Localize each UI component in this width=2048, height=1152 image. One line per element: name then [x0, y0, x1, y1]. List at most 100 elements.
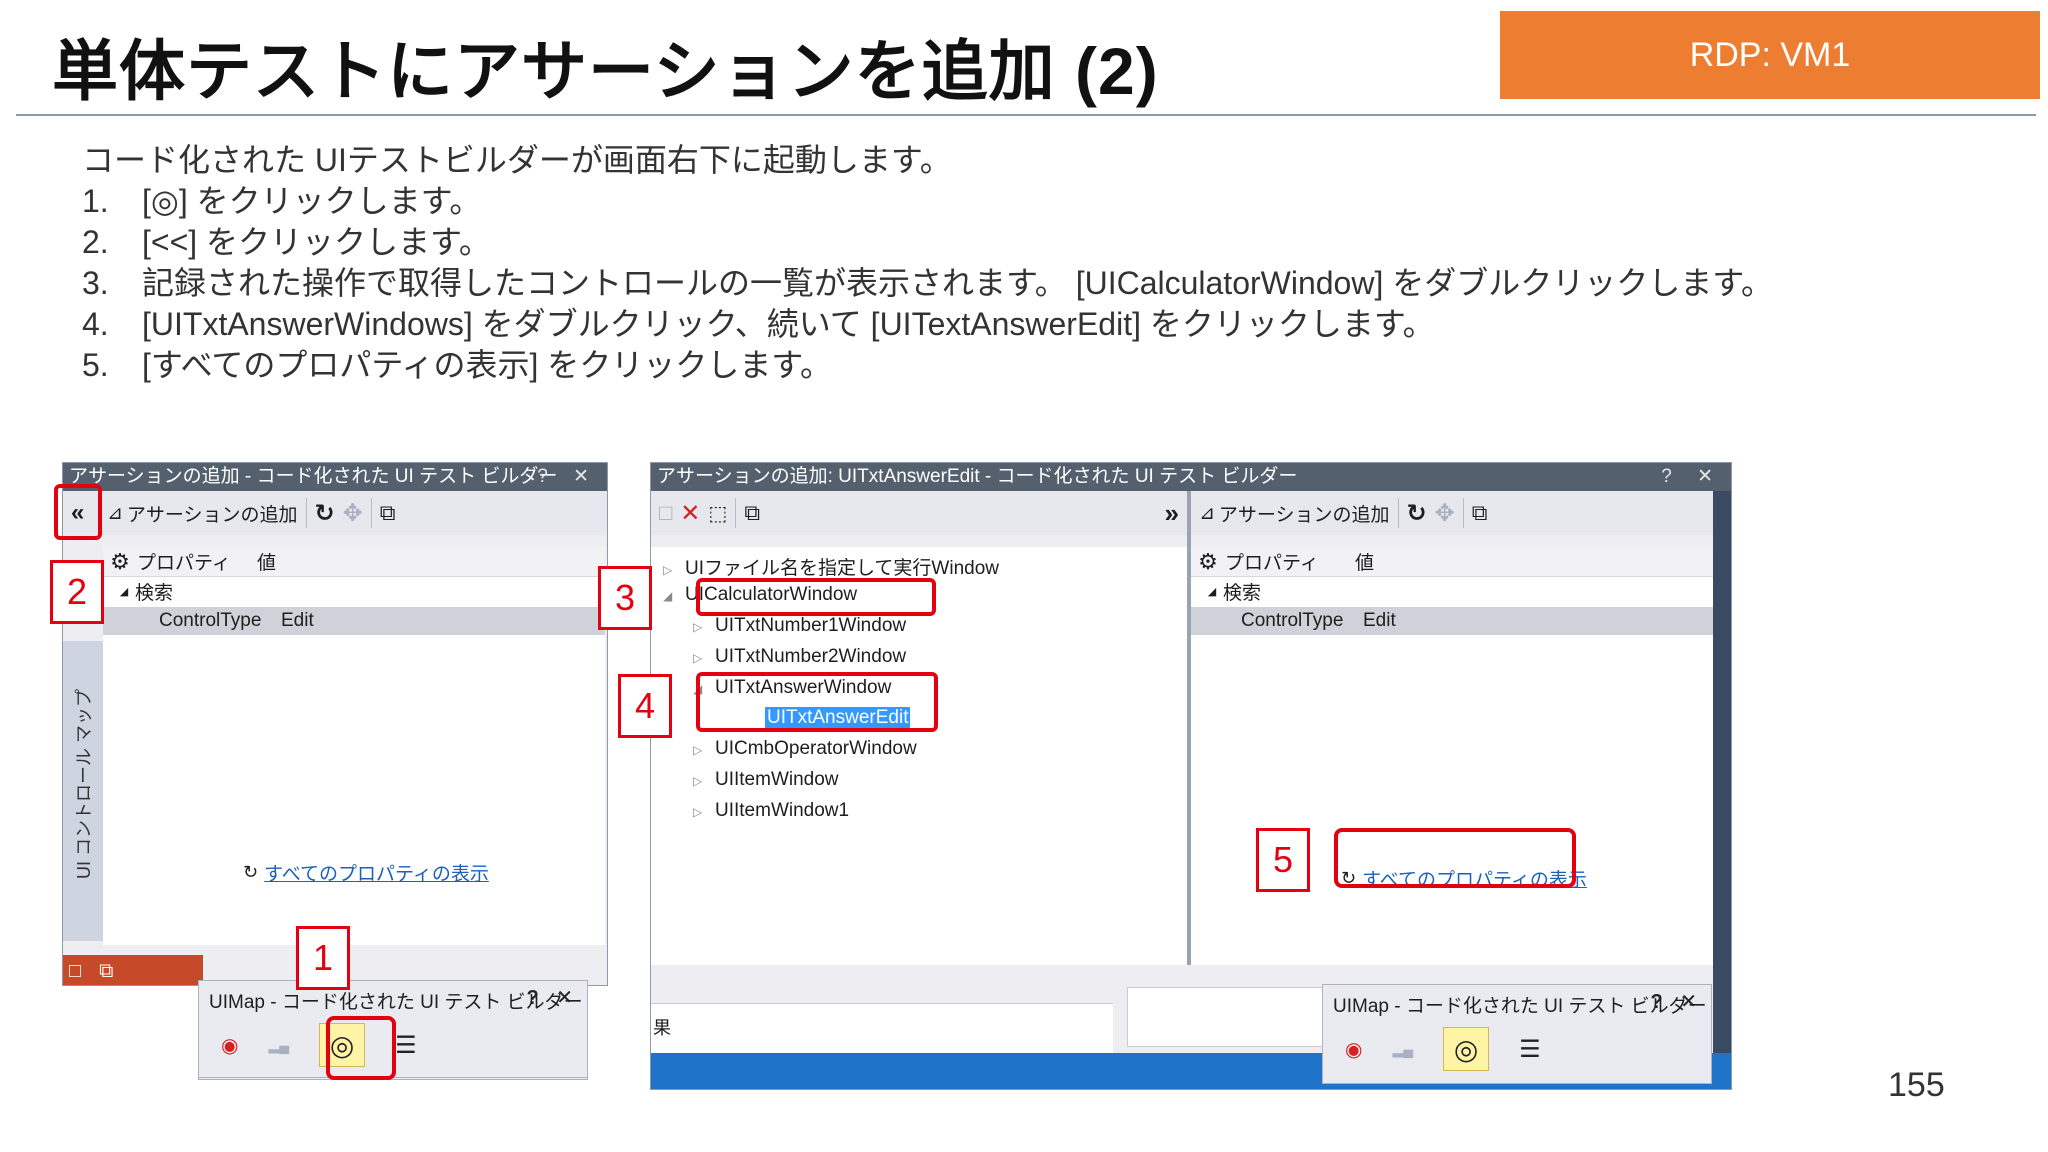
callout-box-3: [696, 578, 936, 616]
left-property-grid: ⚙ プロパティ 値 ◢ 検索 ControlType Edit ↻ すべてのプロ…: [103, 547, 605, 945]
collapsed-arrow-icon: ▷: [693, 774, 703, 788]
left-bottom-strip: □ ⧉: [63, 955, 203, 985]
move-icon[interactable]: ✥: [343, 499, 363, 528]
bars-icon[interactable]: ▂▄: [1392, 1041, 1413, 1058]
tree-item[interactable]: ▷ UITxtNumber2Window: [693, 646, 906, 668]
step-text: [<<] をクリックします。: [142, 224, 491, 260]
toolbar-separator: [305, 498, 307, 528]
assert-icon: ⊿: [1199, 502, 1215, 524]
bars-icon[interactable]: ▂▄: [268, 1037, 289, 1054]
copy-icon[interactable]: ⧉: [380, 500, 396, 526]
record-icon[interactable]: ◉: [1345, 1037, 1362, 1062]
uimap-title-buttons[interactable]: ? ✕: [526, 985, 579, 1010]
tree-item-label: UICmbOperatorWindow: [715, 738, 917, 759]
record-icon[interactable]: ◉: [221, 1033, 238, 1058]
tree-toolbar: □ ✕ ⬚ ⧉ »: [651, 491, 1187, 535]
tree-item[interactable]: ▷ UICmbOperatorWindow: [693, 738, 917, 760]
tree-item-label: UIファイル名を指定して実行Window: [685, 558, 1000, 579]
title-divider: [16, 114, 2036, 116]
step-number: 5.: [82, 347, 109, 383]
column-value: 値: [1355, 553, 1375, 574]
left-panel-toolbar: « ⊿ アサーションの追加 ↻ ✥ ⧉: [63, 491, 607, 535]
uimap-tools: ◉ ▂▄ ◎ ☰: [1345, 1027, 1541, 1071]
step-number: 4.: [82, 306, 109, 342]
move-icon[interactable]: ✥: [1435, 499, 1455, 528]
app-icon[interactable]: □: [69, 960, 81, 983]
callout-box-4: [696, 672, 938, 732]
callout-box-1: [326, 1016, 396, 1080]
step-text: [◎] をクリックします。: [142, 183, 482, 219]
property-header: ⚙ プロパティ 値: [103, 547, 605, 577]
show-all-properties[interactable]: ↻ すべてのプロパティの表示: [243, 859, 489, 886]
callout-number-2: 2: [50, 560, 104, 624]
step-number: 3.: [82, 265, 109, 301]
rdp-badge: RDP: VM1: [1500, 11, 2040, 99]
expanded-arrow-icon: ◢: [119, 585, 129, 598]
assert-icon: ⊿: [107, 502, 123, 524]
uimap-title-buttons[interactable]: ? ✕: [1650, 989, 1703, 1014]
intro-text: コード化された UIテストビルダーが画面右下に起動します。: [82, 142, 952, 178]
toolbar-separator: [1462, 498, 1464, 528]
right-pane-toolbar: ⊿ アサーションの追加 ↻ ✥ ⧉: [1191, 491, 1731, 535]
step-item: 3. 記録された操作で取得したコントロールの一覧が表示されます。 [UICalcu…: [82, 263, 1773, 304]
select-icon[interactable]: ⬚: [708, 501, 727, 526]
right-panel-titlebar: アサーションの追加: UITxtAnswerEdit - コード化された UI …: [651, 463, 1731, 491]
collapsed-arrow-icon: ▷: [663, 563, 673, 577]
tree-item-label: UITxtNumber1Window: [715, 615, 907, 636]
callout-box-5: [1334, 828, 1576, 888]
list-icon[interactable]: ☰: [1519, 1035, 1541, 1064]
right-edge-strip: [1713, 491, 1731, 1089]
bottom-output-area: 果: [651, 1003, 1113, 1053]
step-text: 記録された操作で取得したコントロールの一覧が表示されます。 [UICalcula…: [142, 265, 1774, 301]
tree-item[interactable]: ▷ UIItemWindow1: [693, 800, 849, 822]
refresh-icon[interactable]: ↻: [1407, 499, 1427, 528]
property-name: ControlType: [159, 610, 262, 631]
list-icon[interactable]: ☰: [395, 1031, 417, 1060]
step-item: 1. [◎] をクリックします。: [82, 181, 1773, 222]
windows-icon[interactable]: ⧉: [99, 960, 113, 983]
property-row[interactable]: ControlType Edit: [1191, 607, 1713, 635]
copy-icon[interactable]: ⧉: [744, 500, 760, 526]
expand-button[interactable]: »: [1165, 498, 1179, 529]
show-all-properties-link[interactable]: すべてのプロパティの表示: [264, 859, 489, 886]
expanded-arrow-icon: ◢: [1207, 585, 1217, 598]
gear-icon[interactable]: ⚙: [1191, 549, 1225, 575]
refresh-icon[interactable]: ↻: [315, 499, 335, 528]
step-number: 2.: [82, 224, 109, 260]
collapsed-arrow-icon: ▷: [693, 805, 703, 819]
right-panel-title: アサーションの追加: UITxtAnswerEdit - コード化された UI …: [657, 466, 1298, 487]
tree-item-label: UITxtNumber2Window: [715, 646, 907, 667]
gear-icon[interactable]: ⚙: [103, 549, 137, 575]
callout-number-3: 3: [598, 566, 652, 630]
add-assertion-button[interactable]: ⊿ アサーションの追加: [1199, 500, 1390, 527]
callout-number-1: 1: [296, 926, 350, 990]
tree-item[interactable]: ▷ UIItemWindow: [693, 769, 839, 791]
column-property: プロパティ: [1225, 553, 1319, 574]
collapsed-arrow-icon: ▷: [693, 651, 703, 665]
tree-item-label: UIItemWindow1: [715, 800, 850, 821]
add-assertion-crosshair-button[interactable]: ◎: [1443, 1027, 1490, 1071]
white-box: [1127, 987, 1327, 1047]
new-icon[interactable]: □: [659, 500, 672, 526]
crosshair-icon: ◎: [1453, 1033, 1479, 1065]
delete-icon[interactable]: ✕: [680, 499, 700, 528]
add-assertion-label: アサーションの追加: [1218, 504, 1390, 526]
step-item: 5. [すべてのプロパティの表示] をクリックします。: [82, 345, 1773, 386]
left-panel-title-buttons[interactable]: ? ✕: [537, 463, 599, 491]
right-panel-title-buttons[interactable]: ? ✕: [1661, 463, 1723, 491]
callout-box-2: [54, 484, 102, 540]
copy-icon[interactable]: ⧉: [1472, 500, 1488, 526]
right-property-grid: ⚙ プロパティ 値 ◢ 検索 ControlType Edit ↻ すべてのプロ…: [1191, 547, 1713, 965]
step-number: 1.: [82, 183, 109, 219]
add-assertion-button[interactable]: ⊿ アサーションの追加: [107, 500, 298, 527]
group-label: 検索: [135, 582, 174, 604]
left-assertion-panel: アサーションの追加 - コード化された UI テスト ビルダー ? ✕ « ⊿ …: [62, 462, 608, 986]
collapsed-arrow-icon: ▷: [693, 620, 703, 634]
ui-control-map-tab[interactable]: UI コントロール マップ: [63, 641, 103, 941]
group-row[interactable]: ◢ 検索: [113, 577, 413, 605]
tree-item[interactable]: ▷ UIファイル名を指定して実行Window: [663, 553, 999, 580]
group-row[interactable]: ◢ 検索: [1201, 577, 1501, 605]
tree-item-label: UIItemWindow: [715, 769, 839, 790]
tree-item[interactable]: ▷ UITxtNumber1Window: [693, 615, 906, 637]
property-row[interactable]: ControlType Edit: [103, 607, 605, 635]
